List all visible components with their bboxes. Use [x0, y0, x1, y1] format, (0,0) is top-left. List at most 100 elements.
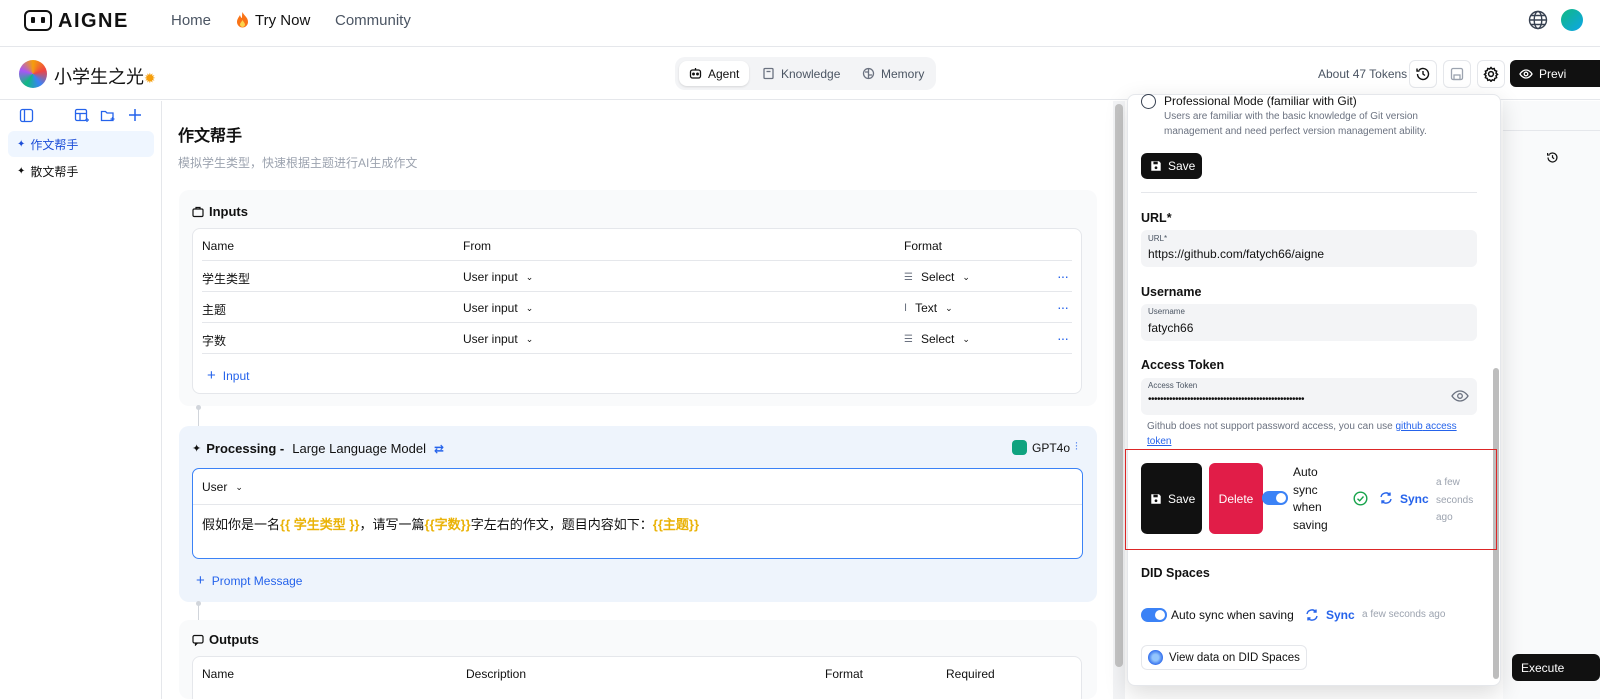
- sidebar-item-zuowen[interactable]: ✦ 作文帮手: [8, 131, 154, 157]
- auto-sync-label: Auto sync when saving: [1293, 465, 1328, 532]
- divider: [1141, 192, 1477, 193]
- preview-button[interactable]: Previ: [1510, 60, 1600, 87]
- access-token-value[interactable]: ••••••••••••••••••••••••••••••••••••••••…: [1148, 394, 1305, 405]
- format-select[interactable]: ☰ Select ⌄: [904, 270, 970, 284]
- list-icon: ☰: [904, 271, 913, 283]
- swap-icon[interactable]: ⇄: [434, 442, 444, 456]
- page-title: 作文帮手: [178, 128, 243, 145]
- divider: [202, 322, 1072, 323]
- model-selector[interactable]: GPT4o ⫶: [1012, 440, 1078, 455]
- book-icon: [763, 67, 774, 80]
- brain-icon: [862, 67, 875, 80]
- did-auto-sync-toggle[interactable]: [1141, 608, 1167, 622]
- auto-sync-toggle[interactable]: [1262, 491, 1288, 505]
- add-folder-icon[interactable]: [100, 108, 116, 123]
- settings-button[interactable]: [1477, 60, 1505, 88]
- input-name[interactable]: 字数: [202, 332, 226, 349]
- aigne-logo-icon[interactable]: [24, 10, 52, 31]
- globe-icon[interactable]: [1528, 10, 1548, 30]
- tab-knowledge[interactable]: Knowledge: [752, 61, 850, 86]
- save-icon: [1151, 161, 1161, 171]
- text-cursor-icon: I: [904, 302, 908, 314]
- divider: [193, 504, 1082, 505]
- last-sync-time: a few seconds ago: [1436, 477, 1474, 523]
- did-sync-button[interactable]: Sync: [1326, 608, 1355, 622]
- eye-icon: [1519, 68, 1533, 79]
- token-hint: Github does not support password access,…: [1147, 421, 1457, 447]
- tab-agent[interactable]: Agent: [679, 61, 750, 86]
- plus-icon[interactable]: [128, 108, 142, 122]
- prompt-text[interactable]: 假如你是一名{{ 学生类型 }}，请写一篇{{字数}}字左右的作文，题目内容如下…: [202, 514, 699, 533]
- username-value[interactable]: fatych66: [1148, 321, 1193, 335]
- connector-line: [198, 408, 199, 428]
- input-name[interactable]: 学生类型: [202, 270, 250, 287]
- sync-icon[interactable]: [1305, 608, 1319, 622]
- did-auto-sync-label: Auto sync when saving: [1171, 608, 1294, 622]
- chevron-down-icon: ⌄: [962, 271, 970, 282]
- access-token-field-label: Access Token: [1148, 381, 1198, 390]
- mode-radio[interactable]: [1141, 94, 1156, 109]
- sidebar-item-sanwen[interactable]: ✦ 散文帮手: [8, 158, 154, 184]
- did-spaces-heading: DID Spaces: [1141, 566, 1210, 580]
- divider: [202, 353, 1072, 354]
- role-select[interactable]: User ⌄: [202, 480, 243, 494]
- mode-title: Professional Mode (familiar with Git): [1164, 94, 1357, 108]
- user-avatar[interactable]: [1561, 9, 1583, 31]
- url-value[interactable]: https://github.com/fatych66/aigne: [1148, 247, 1324, 261]
- history-button[interactable]: [1409, 60, 1437, 88]
- history-icon[interactable]: [1546, 151, 1559, 164]
- more-icon[interactable]: ···: [1057, 330, 1069, 346]
- url-field-label: URL*: [1148, 234, 1168, 243]
- sidebar-toggle-icon[interactable]: [19, 108, 34, 123]
- view-did-spaces-button[interactable]: View data on DID Spaces: [1141, 645, 1307, 670]
- nav-community[interactable]: Community: [335, 12, 411, 29]
- save-header-button[interactable]: [1443, 60, 1471, 88]
- git-save-button[interactable]: Save: [1141, 463, 1202, 534]
- divider: [202, 291, 1072, 292]
- processing-heading: ✦ Processing - Large Language Model ⇄: [192, 441, 445, 456]
- from-select[interactable]: User input ⌄: [463, 332, 533, 346]
- did-spaces-icon: [1148, 650, 1163, 665]
- message-icon: [192, 634, 204, 646]
- from-select[interactable]: User input ⌄: [463, 301, 533, 315]
- git-delete-button[interactable]: Delete: [1209, 463, 1263, 534]
- tab-memory[interactable]: Memory: [852, 61, 934, 86]
- more-icon[interactable]: ···: [1057, 268, 1069, 284]
- inputs-icon: [192, 206, 204, 217]
- from-select[interactable]: User input ⌄: [463, 270, 533, 284]
- mode-desc: Users are familiar with the basic knowle…: [1164, 111, 1418, 122]
- sync-button[interactable]: Sync: [1400, 492, 1429, 506]
- nav-try-now[interactable]: Try Now: [255, 12, 310, 29]
- input-name[interactable]: 主题: [202, 301, 226, 318]
- more-icon[interactable]: ···: [1057, 299, 1069, 315]
- outputs-heading: Outputs: [192, 632, 259, 647]
- col-name: Name: [202, 667, 235, 681]
- divider: [202, 260, 1072, 261]
- sliders-icon: ⫶: [1075, 441, 1078, 453]
- execute-button[interactable]: Execute: [1512, 654, 1600, 681]
- fire-icon: [235, 11, 250, 29]
- add-prompt-message-button[interactable]: + Prompt Message: [196, 572, 302, 589]
- logo-text[interactable]: AIGNE: [58, 10, 129, 33]
- add-input-button[interactable]: + Input: [207, 367, 249, 384]
- chevron-down-icon: ⌄: [235, 481, 243, 492]
- variable-tag: {{字数}}: [424, 517, 471, 532]
- chevron-down-icon: ⌄: [962, 333, 970, 344]
- url-label: URL*: [1141, 211, 1172, 225]
- col-required: Required: [946, 667, 995, 681]
- chevron-down-icon: ⌄: [945, 302, 953, 313]
- project-avatar: [19, 60, 47, 88]
- sync-icon[interactable]: [1379, 491, 1393, 505]
- eye-icon[interactable]: [1451, 389, 1469, 403]
- sparkle-icon: ✦: [17, 165, 26, 177]
- chevron-down-icon: ⌄: [525, 271, 534, 282]
- format-select[interactable]: I Text ⌄: [904, 301, 953, 315]
- add-table-icon[interactable]: [74, 108, 90, 123]
- save-mode-button[interactable]: Save: [1141, 153, 1202, 179]
- check-circle-icon: [1353, 491, 1368, 506]
- plus-icon: +: [207, 367, 216, 384]
- nav-home[interactable]: Home: [171, 12, 211, 29]
- main-scrollbar-thumb[interactable]: [1115, 104, 1123, 667]
- chevron-down-icon: ⌄: [525, 333, 534, 344]
- format-select[interactable]: ☰ Select ⌄: [904, 332, 970, 346]
